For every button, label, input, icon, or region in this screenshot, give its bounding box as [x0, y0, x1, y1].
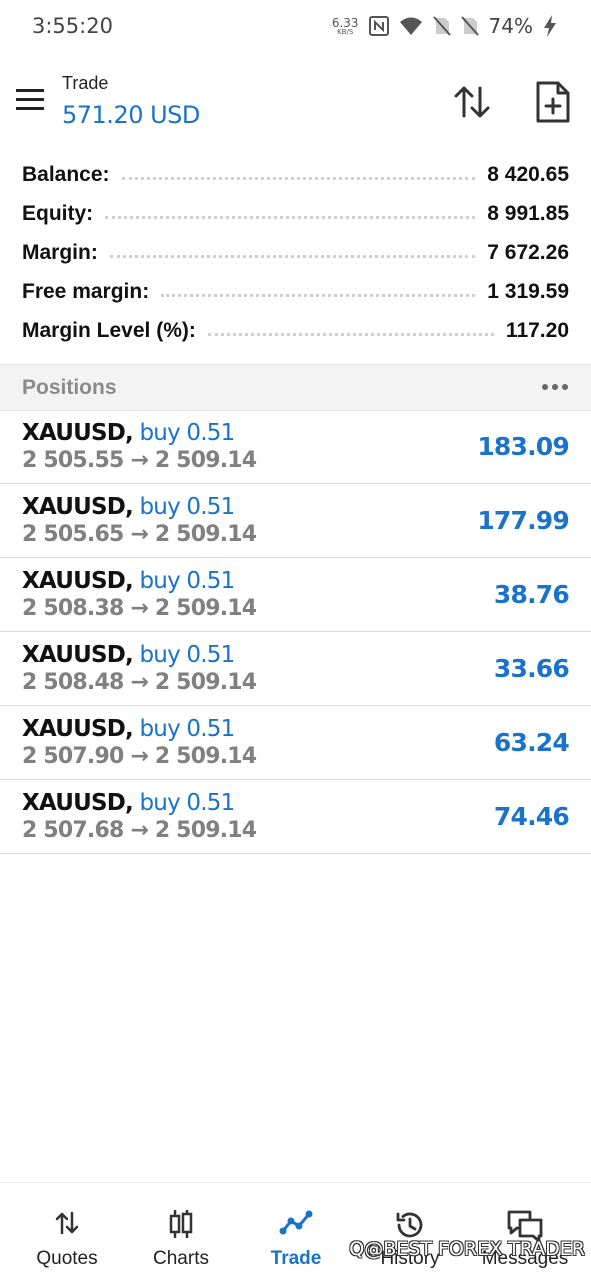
position-prices: 2 507.90 → 2 509.14 — [22, 744, 257, 769]
position-row[interactable]: XAUUSD, buy 0.51 2 505.55 → 2 509.14 183… — [0, 410, 591, 484]
margin-value: 7 672.26 — [487, 240, 569, 264]
dotted-leader — [207, 333, 494, 336]
charts-icon — [169, 1210, 193, 1238]
net-speed-value: 6.33 — [331, 15, 359, 30]
position-profit: 183.09 — [477, 432, 569, 461]
position-symbol: XAUUSD, — [22, 494, 134, 520]
nav-trade[interactable]: Trade — [237, 1183, 355, 1281]
status-time: 3:55:20 — [32, 14, 113, 38]
free-margin-value: 1 319.59 — [487, 279, 569, 303]
position-title: XAUUSD, buy 0.51 — [22, 568, 236, 594]
position-symbol: XAUUSD, — [22, 790, 134, 816]
position-row[interactable]: XAUUSD, buy 0.51 2 507.68 → 2 509.14 74.… — [0, 780, 591, 854]
position-title: XAUUSD, buy 0.51 — [22, 790, 236, 816]
equity-label: Equity: — [22, 201, 94, 225]
charging-icon — [544, 15, 556, 37]
balance-label: Balance: — [22, 162, 110, 186]
dotted-leader — [121, 177, 476, 180]
new-order-icon[interactable] — [532, 80, 572, 124]
position-profit: 38.76 — [493, 580, 570, 609]
position-side: buy 0.51 — [139, 642, 236, 668]
position-prices: 2 507.68 → 2 509.14 — [22, 818, 257, 843]
position-row[interactable]: XAUUSD, buy 0.51 2 508.48 → 2 509.14 33.… — [0, 632, 591, 706]
positions-title: Positions — [22, 376, 117, 399]
net-speed-unit: KB/S — [337, 27, 354, 36]
margin-level-label: Margin Level (%): — [22, 318, 196, 342]
history-icon — [396, 1212, 423, 1238]
bottom-nav: Quotes Charts Trade History Messages — [0, 1182, 591, 1281]
nav-charts-label: Charts — [153, 1248, 209, 1269]
account-summary: Balance: 8 420.65 Equity: 8 991.85 Margi… — [0, 155, 591, 350]
position-side: buy 0.51 — [139, 420, 236, 446]
positions-header: Positions — [0, 364, 591, 411]
wifi-icon — [399, 17, 422, 35]
quotes-icon — [55, 1211, 79, 1235]
position-side: buy 0.51 — [139, 790, 236, 816]
sort-icon[interactable] — [450, 80, 494, 124]
position-title: XAUUSD, buy 0.51 — [22, 716, 236, 742]
nav-quotes-label: Quotes — [36, 1248, 98, 1269]
dotted-leader — [161, 294, 476, 297]
watermark: Q@BEST FOREX TRADER — [349, 1238, 585, 1260]
position-symbol: XAUUSD, — [22, 568, 134, 594]
dotted-leader — [109, 255, 476, 258]
nav-trade-label: Trade — [270, 1248, 322, 1269]
position-profit: 33.66 — [493, 654, 570, 683]
dotted-leader — [105, 216, 476, 219]
margin-level-value: 117.20 — [505, 318, 569, 342]
margin-label: Margin: — [22, 240, 98, 264]
position-row[interactable]: XAUUSD, buy 0.51 2 508.38 → 2 509.14 38.… — [0, 558, 591, 632]
position-prices: 2 505.55 → 2 509.14 — [22, 448, 257, 473]
position-profit: 74.46 — [493, 802, 570, 831]
status-icons: 6.33 KB/S 74% — [332, 14, 557, 38]
position-symbol: XAUUSD, — [22, 420, 134, 446]
position-title: XAUUSD, buy 0.51 — [22, 642, 236, 668]
nav-history[interactable]: History — [351, 1183, 469, 1281]
summary-row-margin-level: Margin Level (%): 117.20 — [0, 311, 591, 350]
position-profit: 177.99 — [477, 506, 569, 535]
summary-row-balance: Balance: 8 420.65 — [0, 155, 591, 194]
nav-quotes[interactable]: Quotes — [8, 1183, 126, 1281]
position-row[interactable]: XAUUSD, buy 0.51 2 507.90 → 2 509.14 63.… — [0, 706, 591, 780]
position-side: buy 0.51 — [139, 494, 236, 520]
position-prices: 2 508.38 → 2 509.14 — [22, 596, 257, 621]
position-symbol: XAUUSD, — [22, 642, 134, 668]
net-speed: 6.33 KB/S — [332, 17, 359, 36]
summary-row-margin: Margin: 7 672.26 — [0, 233, 591, 272]
app-bar: Trade 571.20 USD — [0, 56, 591, 146]
position-side: buy 0.51 — [139, 716, 236, 742]
status-bar: 3:55:20 6.33 KB/S 74% — [0, 0, 591, 56]
position-prices: 2 508.48 → 2 509.14 — [22, 670, 257, 695]
account-profit: 571.20 USD — [62, 101, 200, 129]
menu-icon[interactable] — [14, 86, 48, 114]
summary-row-free-margin: Free margin: 1 319.59 — [0, 272, 591, 311]
positions-list: XAUUSD, buy 0.51 2 505.55 → 2 509.14 183… — [0, 410, 591, 854]
battery-percent: 74% — [488, 14, 533, 38]
position-title: XAUUSD, buy 0.51 — [22, 494, 236, 520]
position-row[interactable]: XAUUSD, buy 0.51 2 505.65 → 2 509.14 177… — [0, 484, 591, 558]
more-options-icon[interactable] — [541, 379, 569, 395]
summary-row-equity: Equity: 8 991.85 — [0, 194, 591, 233]
no-sim-icon — [432, 16, 451, 36]
equity-value: 8 991.85 — [487, 201, 569, 225]
position-title: XAUUSD, buy 0.51 — [22, 420, 236, 446]
position-side: buy 0.51 — [139, 568, 236, 594]
position-prices: 2 505.65 → 2 509.14 — [22, 522, 257, 547]
page-title: Trade — [62, 73, 109, 93]
free-margin-label: Free margin: — [22, 279, 150, 303]
trade-icon — [279, 1210, 313, 1235]
position-profit: 63.24 — [493, 728, 570, 757]
balance-value: 8 420.65 — [487, 162, 569, 186]
no-sim-icon-2 — [460, 16, 479, 36]
nav-messages[interactable]: Messages — [466, 1183, 584, 1281]
position-symbol: XAUUSD, — [22, 716, 134, 742]
nfc-icon — [368, 16, 389, 36]
nav-charts[interactable]: Charts — [122, 1183, 240, 1281]
